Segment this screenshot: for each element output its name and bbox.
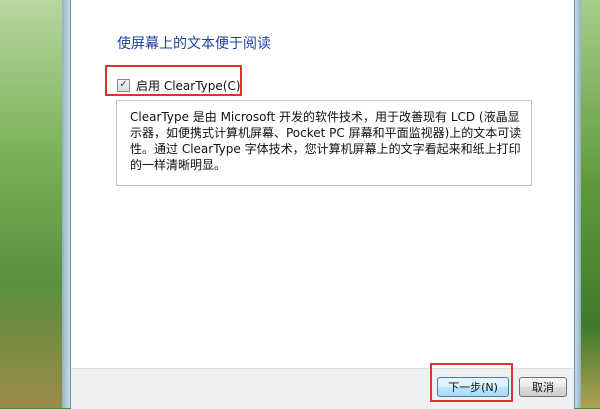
cancel-button[interactable]: 取消	[519, 377, 567, 397]
desktop-wallpaper-left	[0, 0, 70, 408]
description-text: ClearType 是由 Microsoft 开发的软件技术，用于改善现有 LC…	[130, 110, 522, 172]
checkbox-highlight-box	[105, 65, 242, 96]
desktop-wallpaper-right	[578, 0, 600, 408]
next-button-highlight-box	[430, 363, 513, 402]
page-heading: 使屏幕上的文本便于阅读	[117, 36, 271, 52]
dialog-content: 使屏幕上的文本便于阅读 ✓ 启用 ClearType(C) ClearType …	[71, 0, 574, 368]
window-frame-right	[574, 0, 581, 408]
description-box: ClearType 是由 Microsoft 开发的软件技术，用于改善现有 LC…	[116, 100, 532, 186]
window-frame-left	[62, 0, 71, 408]
